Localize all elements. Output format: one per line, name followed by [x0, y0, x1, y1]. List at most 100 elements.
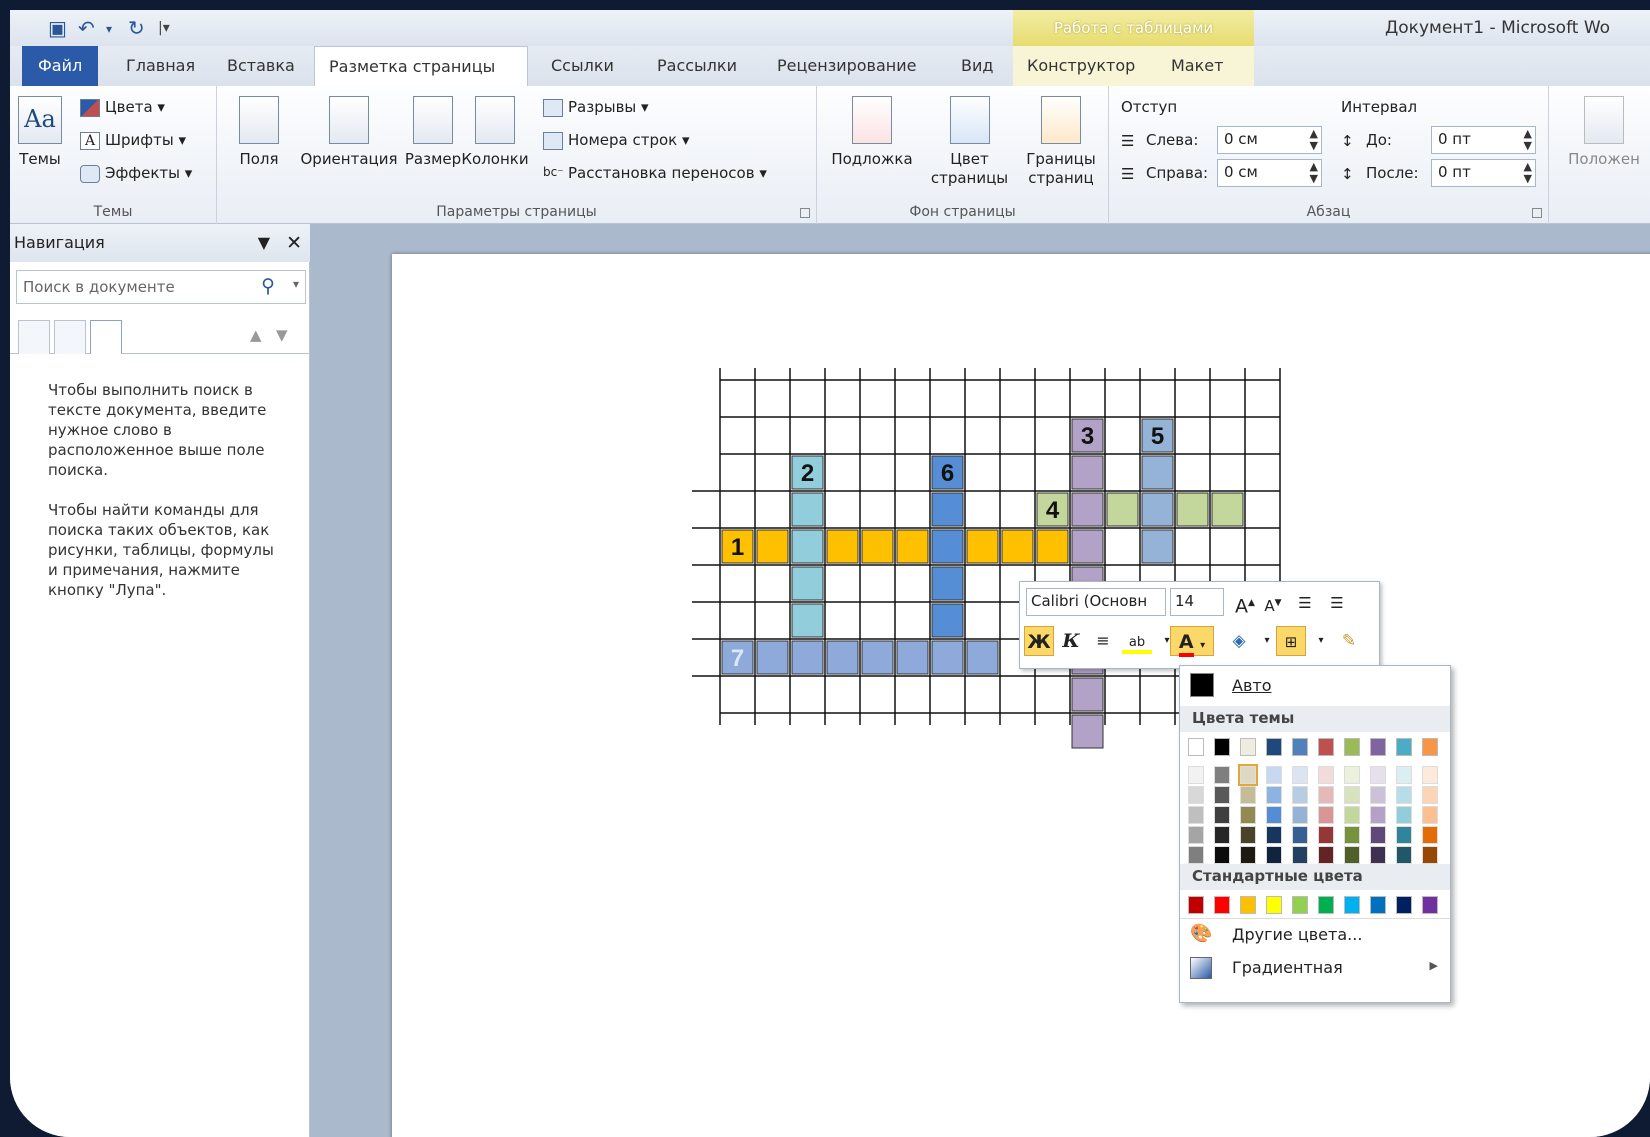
theme-shade-swatch[interactable]: [1240, 806, 1256, 824]
standard-color-swatch[interactable]: [1344, 896, 1360, 914]
theme-shade-swatch[interactable]: [1266, 786, 1282, 804]
theme-shade-swatch[interactable]: [1344, 826, 1360, 844]
word-1-cell[interactable]: [1001, 529, 1034, 564]
theme-shade-swatch[interactable]: [1344, 846, 1360, 864]
theme-color-swatch[interactable]: [1266, 738, 1282, 756]
theme-shade-swatch[interactable]: [1188, 766, 1204, 784]
theme-shade-swatch[interactable]: [1188, 786, 1204, 804]
theme-color-swatch[interactable]: [1370, 738, 1386, 756]
word-7-cell[interactable]: [791, 640, 824, 675]
word-3-cell[interactable]: [1071, 455, 1104, 490]
theme-shade-swatch[interactable]: [1214, 806, 1230, 824]
standard-color-swatch[interactable]: [1318, 896, 1334, 914]
theme-shade-swatch[interactable]: [1370, 846, 1386, 864]
theme-shade-swatch[interactable]: [1238, 764, 1258, 786]
word-1-cell[interactable]: [756, 529, 789, 564]
standard-color-swatch[interactable]: [1266, 896, 1282, 914]
standard-color-swatch[interactable]: [1214, 896, 1230, 914]
theme-shade-swatch[interactable]: [1370, 786, 1386, 804]
standard-color-swatch[interactable]: [1240, 896, 1256, 914]
theme-shade-swatch[interactable]: [1266, 806, 1282, 824]
theme-shade-swatch[interactable]: [1188, 846, 1204, 864]
word-1-cell[interactable]: [826, 529, 859, 564]
word-1-cell[interactable]: [966, 529, 999, 564]
highlight-icon[interactable]: ab: [1122, 628, 1152, 654]
theme-shade-swatch[interactable]: [1422, 806, 1438, 824]
theme-color-swatch[interactable]: [1318, 738, 1334, 756]
word-7-cell[interactable]: [896, 640, 929, 675]
word-6-cell[interactable]: [931, 492, 964, 527]
theme-shade-swatch[interactable]: [1214, 826, 1230, 844]
theme-shade-swatch[interactable]: [1292, 786, 1308, 804]
theme-shade-swatch[interactable]: [1292, 766, 1308, 784]
bold-button[interactable]: Ж: [1024, 626, 1054, 656]
word-7-cell[interactable]: [931, 640, 964, 675]
word-7-cell[interactable]: [756, 640, 789, 675]
word-6-cell[interactable]: [931, 566, 964, 601]
font-color-button[interactable]: A ▾: [1170, 626, 1214, 657]
theme-shade-swatch[interactable]: [1396, 766, 1412, 784]
theme-shade-swatch[interactable]: [1188, 826, 1204, 844]
word-4-cell[interactable]: [1106, 492, 1139, 527]
decrease-indent-icon[interactable]: ☰: [1290, 588, 1320, 618]
word-5-cell[interactable]: [1141, 455, 1174, 490]
word-5-cell[interactable]: [1141, 529, 1174, 564]
shading-icon[interactable]: ◈: [1224, 626, 1254, 656]
italic-button[interactable]: К: [1056, 626, 1086, 656]
theme-shade-swatch[interactable]: [1370, 766, 1386, 784]
theme-shade-swatch[interactable]: [1292, 806, 1308, 824]
word-2-cell[interactable]: [791, 492, 824, 527]
theme-shade-swatch[interactable]: [1396, 826, 1412, 844]
standard-color-swatch[interactable]: [1396, 896, 1412, 914]
gradient-item[interactable]: Градиентная ▶: [1180, 952, 1450, 984]
theme-shade-swatch[interactable]: [1422, 826, 1438, 844]
word-6-cell[interactable]: [931, 603, 964, 638]
auto-color-item[interactable]: Авто: [1180, 670, 1450, 702]
standard-color-swatch[interactable]: [1370, 896, 1386, 914]
theme-shade-swatch[interactable]: [1344, 786, 1360, 804]
word-1-cell[interactable]: [896, 529, 929, 564]
word-4-cell[interactable]: [1211, 492, 1244, 527]
word-1-cell[interactable]: [861, 529, 894, 564]
theme-color-swatch[interactable]: [1214, 738, 1230, 756]
theme-color-swatch[interactable]: [1188, 738, 1204, 756]
word-4-cell[interactable]: [1176, 492, 1209, 527]
theme-shade-swatch[interactable]: [1422, 766, 1438, 784]
theme-shade-swatch[interactable]: [1214, 766, 1230, 784]
word-5-cell[interactable]: [1141, 492, 1174, 527]
theme-color-swatch[interactable]: [1422, 738, 1438, 756]
theme-shade-swatch[interactable]: [1396, 786, 1412, 804]
center-align-icon[interactable]: ≡: [1088, 626, 1118, 656]
theme-color-swatch[interactable]: [1292, 738, 1308, 756]
theme-shade-swatch[interactable]: [1240, 846, 1256, 864]
theme-shade-swatch[interactable]: [1188, 806, 1204, 824]
standard-color-swatch[interactable]: [1188, 896, 1204, 914]
standard-color-swatch[interactable]: [1422, 896, 1438, 914]
font-name-field[interactable]: Calibri (Основн: [1026, 588, 1166, 616]
theme-shade-swatch[interactable]: [1344, 766, 1360, 784]
theme-shade-swatch[interactable]: [1292, 826, 1308, 844]
theme-shade-swatch[interactable]: [1396, 846, 1412, 864]
word-2-cell[interactable]: [791, 566, 824, 601]
word-6-cell[interactable]: [931, 529, 964, 564]
theme-shade-swatch[interactable]: [1214, 846, 1230, 864]
word-3-cell[interactable]: [1071, 492, 1104, 527]
borders-dropdown-icon[interactable]: ▾: [1306, 626, 1336, 656]
grow-font-icon[interactable]: A▲: [1230, 588, 1260, 618]
theme-color-swatch[interactable]: [1344, 738, 1360, 756]
theme-shade-swatch[interactable]: [1318, 766, 1334, 784]
theme-shade-swatch[interactable]: [1370, 806, 1386, 824]
format-painter-icon[interactable]: ✎: [1334, 626, 1364, 656]
theme-shade-swatch[interactable]: [1318, 846, 1334, 864]
theme-color-swatch[interactable]: [1240, 738, 1256, 756]
word-7-cell[interactable]: [861, 640, 894, 675]
theme-shade-swatch[interactable]: [1266, 826, 1282, 844]
theme-shade-swatch[interactable]: [1422, 846, 1438, 864]
word-2-cell[interactable]: [791, 603, 824, 638]
theme-color-swatch[interactable]: [1396, 738, 1412, 756]
theme-shade-swatch[interactable]: [1318, 786, 1334, 804]
theme-shade-swatch[interactable]: [1318, 806, 1334, 824]
theme-shade-swatch[interactable]: [1396, 806, 1412, 824]
standard-color-swatch[interactable]: [1292, 896, 1308, 914]
font-color-dropdown-icon[interactable]: ▾: [1200, 640, 1205, 651]
